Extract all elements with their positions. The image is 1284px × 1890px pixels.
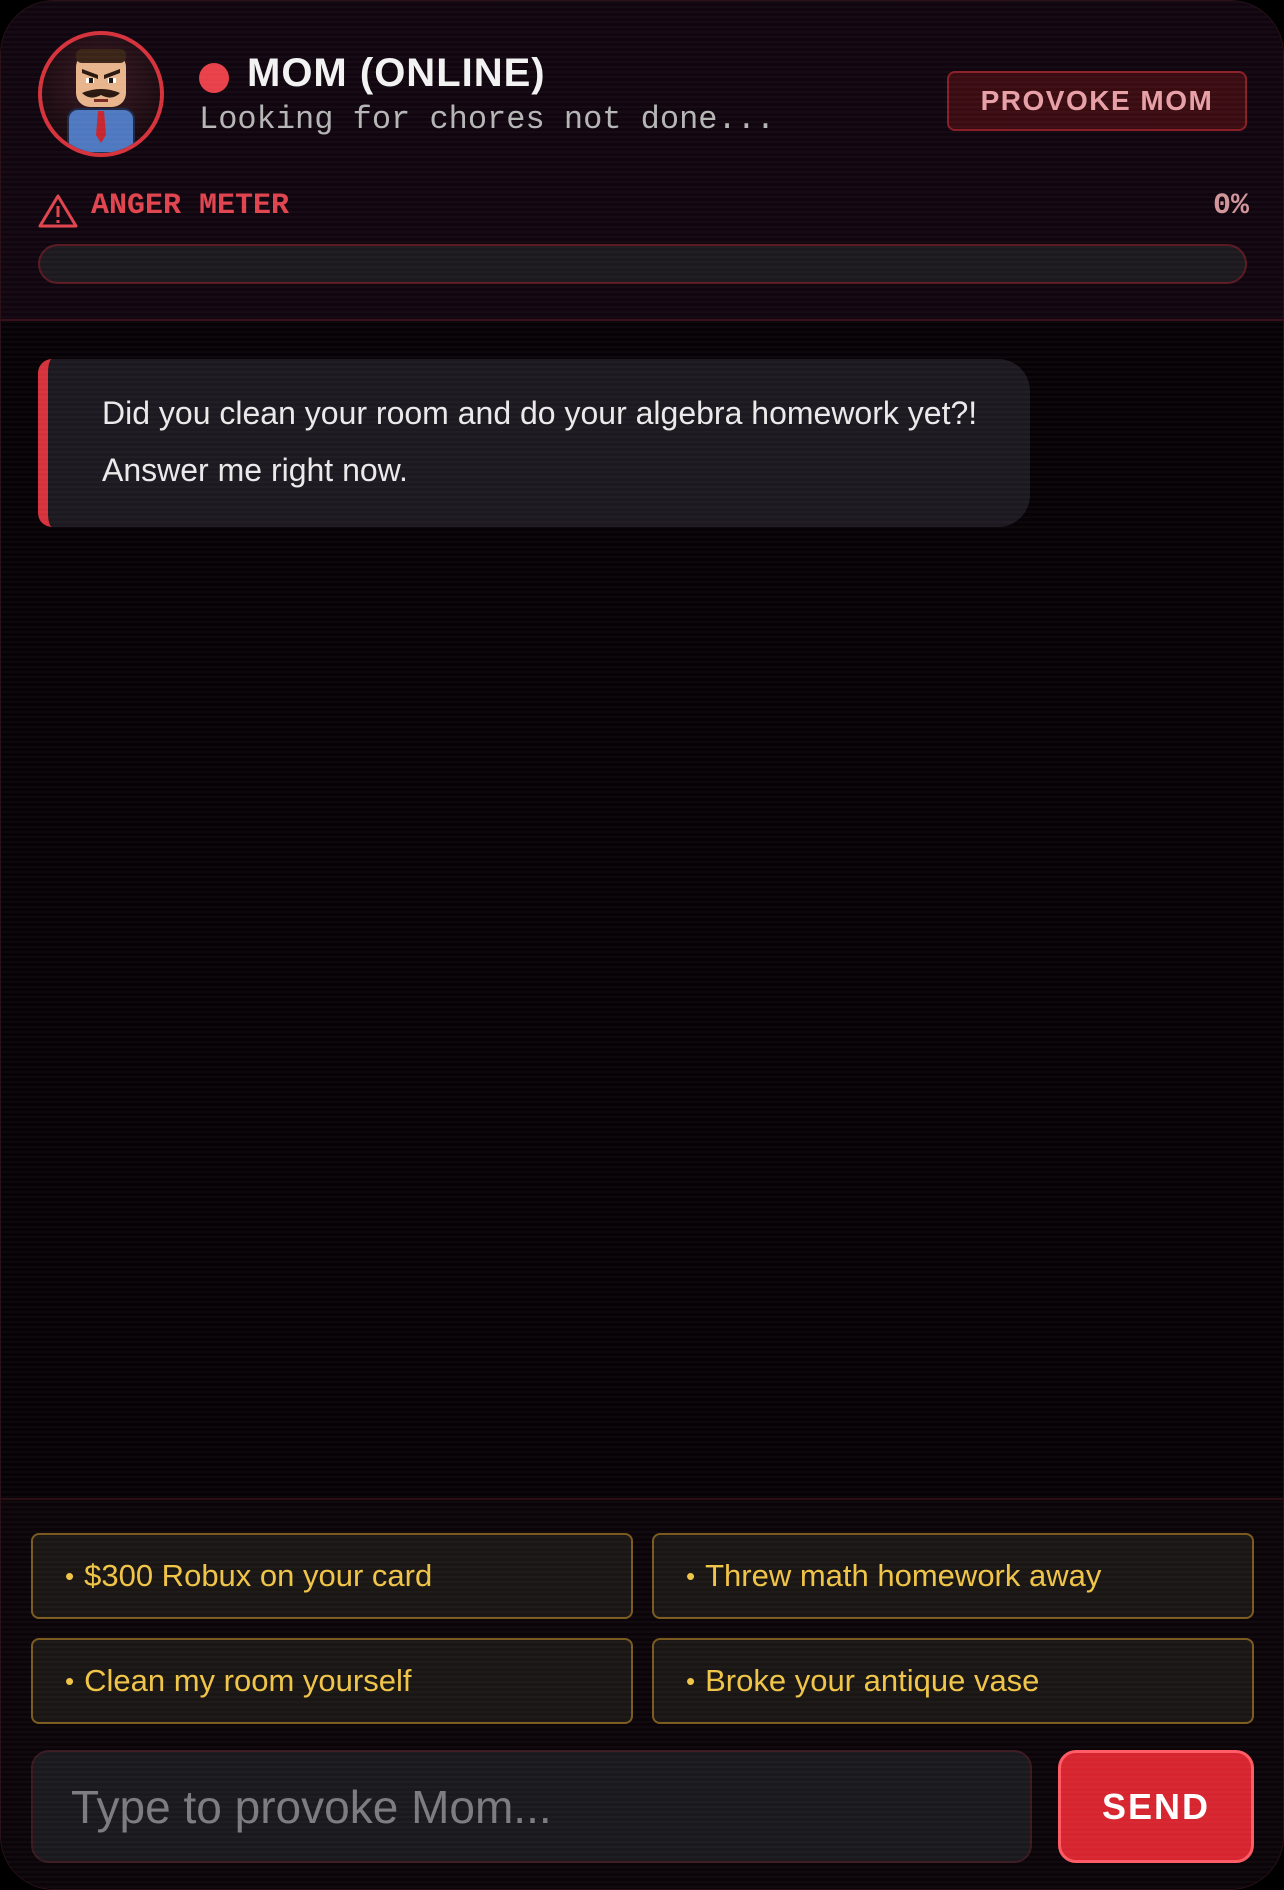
- anger-meter-label: ANGER METER: [91, 189, 290, 223]
- message-input[interactable]: [31, 1750, 1032, 1863]
- bullet-icon: •: [65, 1665, 75, 1696]
- bullet-icon: •: [686, 1665, 696, 1696]
- composer-area: • $300 Robux on your card • Threw math h…: [1, 1498, 1283, 1889]
- bullet-icon: •: [686, 1560, 696, 1591]
- mom-message-bubble: Did you clean your room and do your alge…: [38, 359, 1030, 527]
- quick-reply-label: Threw math homework away: [705, 1558, 1102, 1593]
- chat-messages: Did you clean your room and do your alge…: [1, 321, 1283, 1498]
- anger-meter-value: 0%: [1212, 189, 1249, 223]
- quick-reply-robux[interactable]: • $300 Robux on your card: [31, 1533, 633, 1619]
- provoke-mom-button[interactable]: PROVOKE MOM: [947, 71, 1247, 131]
- quick-reply-room[interactable]: • Clean my room yourself: [31, 1638, 633, 1724]
- avatar: [38, 31, 164, 157]
- quick-reply-label: Clean my room yourself: [84, 1663, 412, 1698]
- chat-app: MOM (ONLINE) Looking for chores not done…: [0, 0, 1284, 1890]
- quick-reply-vase[interactable]: • Broke your antique vase: [652, 1638, 1254, 1724]
- send-button[interactable]: SEND: [1058, 1750, 1254, 1863]
- online-status-dot: [199, 63, 229, 93]
- anger-meter-track: [38, 244, 1247, 284]
- contact-status: Looking for chores not done...: [199, 101, 776, 138]
- warning-triangle-icon: [38, 194, 78, 228]
- contact-name: MOM (ONLINE): [247, 51, 546, 95]
- quick-reply-label: $300 Robux on your card: [84, 1558, 433, 1593]
- quick-reply-homework[interactable]: • Threw math homework away: [652, 1533, 1254, 1619]
- angry-parent-icon: [67, 49, 135, 153]
- quick-reply-label: Broke your antique vase: [705, 1663, 1040, 1698]
- bullet-icon: •: [65, 1560, 75, 1591]
- chat-header: MOM (ONLINE) Looking for chores not done…: [1, 1, 1283, 321]
